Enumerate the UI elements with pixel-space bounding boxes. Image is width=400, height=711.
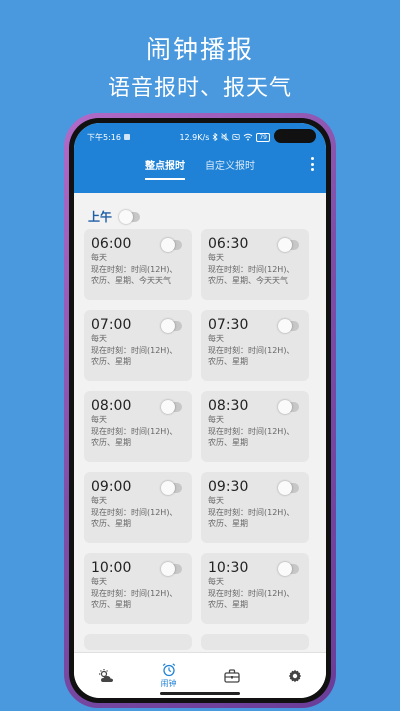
alarm-toggle[interactable]	[161, 562, 182, 576]
alarm-content: 现在时刻：时间(12H)、	[208, 264, 295, 274]
nav-weather[interactable]	[81, 668, 131, 683]
alarm-content-extra: 农历、星期	[91, 438, 131, 447]
section-label: 上午	[88, 210, 113, 224]
alarm-toggle[interactable]	[278, 319, 299, 333]
alarm-card-0630[interactable]: 06:30 每天 现在时刻：时间(12H)、 农历、星期、今天天气	[201, 229, 309, 300]
alarm-content: 现在时刻：时间(12H)、	[208, 345, 295, 355]
alarm-toggle[interactable]	[161, 400, 182, 414]
section-toggle[interactable]	[119, 209, 141, 224]
alarm-toggle[interactable]	[161, 238, 182, 252]
status-bar: 下午5:16 12.9K/s 79	[74, 123, 326, 151]
promo-title: 闹钟播报	[145, 35, 254, 64]
alarm-content: 现在时刻：时间(12H)、	[91, 588, 178, 598]
alarm-content-extra: 农历、星期	[208, 438, 248, 447]
network-speed: 12.9K/s	[179, 132, 210, 142]
mute-icon	[221, 133, 230, 141]
nav-settings[interactable]	[270, 669, 320, 683]
alarm-card-partial[interactable]	[84, 634, 192, 650]
tab-hourly-announce[interactable]: 整点报时	[145, 157, 185, 180]
alarm-grid: 06:00 每天 现在时刻：时间(12H)、 农历、星期、今天天气 06:30 …	[74, 229, 326, 650]
alarm-content-extra: 农历、星期	[208, 519, 248, 528]
alarm-card-partial[interactable]	[201, 634, 309, 650]
tab-bar: 整点报时 自定义报时	[74, 157, 326, 180]
alarm-repeat: 每天	[208, 253, 224, 262]
alarm-card-0800[interactable]: 08:00 每天 现在时刻：时间(12H)、 农历、星期	[84, 391, 192, 462]
alarm-toggle[interactable]	[278, 400, 299, 414]
alarm-repeat: 每天	[208, 496, 224, 505]
alarm-content: 现在时刻：时间(12H)、	[91, 507, 178, 517]
alarm-repeat: 每天	[208, 415, 224, 424]
alarm-card-0600[interactable]: 06:00 每天 现在时刻：时间(12H)、 农历、星期、今天天气	[84, 229, 192, 300]
nav-alarm[interactable]: 闹钟	[144, 662, 194, 689]
nav-toolbox[interactable]	[207, 668, 257, 683]
battery-icon: 79	[256, 132, 270, 142]
phone-screen: 下午5:16 12.9K/s 79 整点报时 自定义报时 上午 06:00 每天…	[74, 123, 326, 698]
alarm-content-extra: 农历、星期、今天天气	[208, 276, 288, 285]
alarm-card-0930[interactable]: 09:30 每天 现在时刻：时间(12H)、 农历、星期	[201, 472, 309, 543]
alarm-content-extra: 农历、星期	[91, 357, 131, 366]
alarm-repeat: 每天	[91, 577, 107, 586]
alarm-clock-icon	[162, 662, 175, 676]
alarm-toggle[interactable]	[161, 319, 182, 333]
alarm-toggle[interactable]	[278, 562, 299, 576]
alarm-content-extra: 农历、星期	[208, 357, 248, 366]
alarm-toggle[interactable]	[278, 238, 299, 252]
alarm-card-0900[interactable]: 09:00 每天 现在时刻：时间(12H)、 农历、星期	[84, 472, 192, 543]
alarm-content: 现在时刻：时间(12H)、	[91, 426, 178, 436]
app-bar: 下午5:16 12.9K/s 79 整点报时 自定义报时	[74, 123, 326, 193]
gear-icon	[288, 669, 301, 682]
alarm-content-extra: 农历、星期	[208, 600, 248, 609]
battery-level: 79	[259, 133, 267, 141]
notification-icon	[123, 134, 130, 140]
alarm-content: 现在时刻：时间(12H)、	[91, 345, 178, 355]
bottom-nav: 闹钟	[74, 652, 326, 698]
status-time: 下午5:16	[87, 132, 121, 142]
alarm-content: 现在时刻：时间(12H)、	[208, 426, 295, 436]
tab-custom-announce[interactable]: 自定义报时	[205, 157, 255, 180]
alarm-repeat: 每天	[91, 415, 107, 424]
alarm-content: 现在时刻：时间(12H)、	[208, 507, 295, 517]
alarm-card-0700[interactable]: 07:00 每天 现在时刻：时间(12H)、 农历、星期	[84, 310, 192, 381]
phone-frame: 下午5:16 12.9K/s 79 整点报时 自定义报时 上午 06:00 每天…	[64, 113, 336, 708]
bluetooth-icon	[213, 133, 218, 141]
alarm-content-extra: 农历、星期	[91, 519, 131, 528]
section-header-am: 上午	[74, 193, 326, 229]
alarm-repeat: 每天	[91, 253, 107, 262]
alarm-card-1000[interactable]: 10:00 每天 现在时刻：时间(12H)、 农历、星期	[84, 553, 192, 624]
weather-icon	[98, 668, 113, 682]
alarm-repeat: 每天	[91, 334, 107, 343]
toolbox-icon	[223, 668, 240, 683]
alarm-card-1030[interactable]: 10:30 每天 现在时刻：时间(12H)、 农历、星期	[201, 553, 309, 624]
promo-subtitle: 语音报时、报天气	[107, 76, 292, 101]
nav-alarm-label: 闹钟	[160, 678, 177, 688]
alarm-toggle[interactable]	[278, 481, 299, 495]
alarm-repeat: 每天	[91, 496, 107, 505]
alarm-content: 现在时刻：时间(12H)、	[91, 264, 178, 274]
alarm-content-extra: 农历、星期、今天天气	[91, 276, 171, 285]
alarm-repeat: 每天	[208, 577, 224, 586]
alarm-card-0830[interactable]: 08:30 每天 现在时刻：时间(12H)、 农历、星期	[201, 391, 309, 462]
alarm-status-icon	[232, 134, 240, 140]
home-indicator[interactable]	[160, 692, 240, 695]
alarm-toggle[interactable]	[161, 481, 182, 495]
alarm-content-extra: 农历、星期	[91, 600, 131, 609]
front-camera	[274, 129, 316, 143]
wifi-icon	[244, 133, 253, 141]
alarm-content: 现在时刻：时间(12H)、	[208, 588, 295, 598]
alarm-card-0730[interactable]: 07:30 每天 现在时刻：时间(12H)、 农历、星期	[201, 310, 309, 381]
alarm-repeat: 每天	[208, 334, 224, 343]
phone-bezel: 下午5:16 12.9K/s 79 整点报时 自定义报时 上午 06:00 每天…	[69, 118, 331, 703]
more-options-icon[interactable]	[308, 157, 316, 171]
